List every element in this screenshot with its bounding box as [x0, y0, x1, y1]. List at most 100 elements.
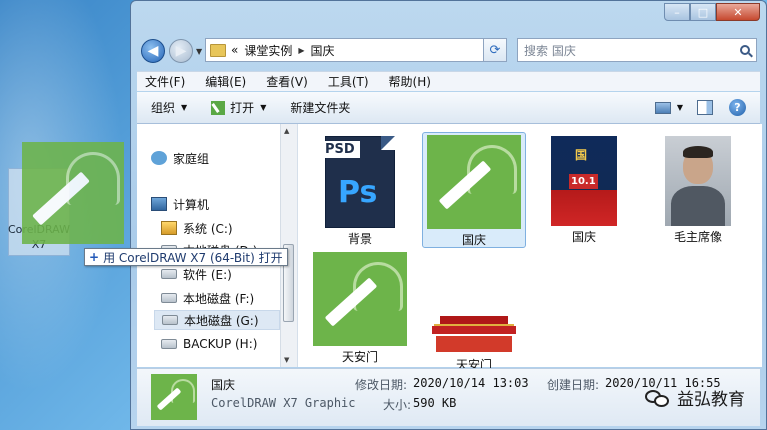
nav-scrollbar[interactable]: ▲ ▼ — [280, 124, 297, 367]
nav-label: 软件 (E:) — [183, 267, 232, 282]
file-name: 国庆 — [461, 233, 486, 247]
dragged-coreldraw-icon — [22, 142, 124, 244]
file-item[interactable]: 毛主席像 — [646, 132, 750, 246]
coreldraw-icon — [211, 100, 226, 115]
portrait-art — [683, 146, 713, 158]
scroll-up-icon[interactable]: ▲ — [284, 127, 289, 135]
coreldraw-icon — [151, 374, 197, 420]
nav-label: 计算机 — [173, 197, 210, 212]
chevron-down-icon: ▼ — [181, 103, 188, 112]
drive-icon — [161, 269, 177, 279]
folder-icon — [210, 43, 226, 57]
nav-drive-f[interactable]: 本地磁盘 (F:) — [161, 288, 254, 308]
breadcrumb-arrow-icon[interactable]: ▶ — [298, 46, 304, 55]
nav-drive-g[interactable]: 本地磁盘 (G:) — [154, 310, 280, 330]
menu-edit[interactable]: 编辑(E) — [205, 73, 246, 90]
close-button[interactable]: ✕ — [716, 3, 760, 21]
window-controls: – □ ✕ — [664, 3, 760, 21]
address-bar[interactable]: « 课堂实例 ▶ 国庆 ▼ — [205, 38, 505, 62]
portrait-art — [671, 186, 725, 226]
search-placeholder: 搜索 国庆 — [524, 43, 576, 58]
address-row: ◀ ▶ ▼ « 课堂实例 ▶ 国庆 ▼ ⟳ 搜索 国庆 — [139, 37, 758, 65]
tiananmen-art — [436, 336, 512, 352]
psd-icon: PSD Ps — [320, 136, 395, 228]
search-icon[interactable] — [740, 45, 750, 55]
drive-icon — [161, 339, 177, 349]
file-item[interactable]: 天安门 — [308, 252, 412, 364]
forward-button[interactable]: ▶ — [169, 39, 193, 63]
navigation-pane: 家庭组 计算机 系统 (C:) 本地磁盘 (D:) 软件 (E:) 本地磁盘 (… — [137, 124, 298, 367]
plus-icon: + — [89, 250, 100, 264]
drag-tooltip: + 用 CorelDRAW X7 (64-Bit) 打开 — [84, 248, 288, 266]
system-drive-icon — [161, 221, 177, 235]
file-item[interactable]: PSD Ps 背景 — [308, 132, 412, 246]
nav-drive-c[interactable]: 系统 (C:) — [161, 218, 233, 238]
nav-drive-h[interactable]: BACKUP (H:) — [161, 334, 257, 354]
coreldraw-icon — [427, 135, 521, 229]
view-controls: ▼ ? — [654, 99, 760, 116]
command-bar: 组织 ▼ 打开 ▼ 新建文件夹 ▼ ? — [137, 92, 760, 124]
menu-file[interactable]: 文件(F) — [145, 73, 185, 90]
tiananmen-image — [428, 314, 520, 354]
nav-label: BACKUP (H:) — [183, 337, 258, 351]
ps-glyph: Ps — [338, 175, 378, 210]
detail-file-name: 国庆 — [211, 378, 236, 392]
nav-computer[interactable]: 计算机 — [151, 194, 209, 214]
file-item[interactable]: 国 10.1 国庆 — [532, 132, 636, 246]
poster-art: 10.1 — [569, 174, 598, 189]
bubble-shape — [654, 394, 669, 407]
breadcrumb-segment[interactable]: 国庆 — [311, 42, 335, 59]
minimize-button[interactable]: – — [664, 3, 690, 21]
file-item[interactable]: 天安门 — [422, 252, 526, 372]
breadcrumb-segment[interactable]: 课堂实例 — [244, 42, 292, 59]
breadcrumb-overflow[interactable]: « — [231, 43, 238, 57]
menu-help[interactable]: 帮助(H) — [389, 73, 431, 90]
portrait-image — [665, 136, 731, 226]
preview-pane-icon[interactable] — [697, 100, 713, 115]
page-fold — [381, 136, 395, 150]
scroll-down-icon[interactable]: ▼ — [284, 356, 289, 364]
drive-icon — [162, 315, 178, 325]
file-list: PSD Ps 背景 国庆 国 10.1 国庆 毛主席像 天安门 天安门 — [298, 124, 762, 372]
detail-file-type: CorelDRAW X7 Graphic — [211, 396, 356, 410]
detail-modified-value: 2020/10/14 13:03 — [413, 376, 529, 390]
menu-bar: 文件(F) 编辑(E) 查看(V) 工具(T) 帮助(H) — [137, 71, 760, 91]
file-name: 背景 — [347, 232, 372, 246]
drag-tooltip-text: 用 CorelDRAW X7 (64-Bit) 打开 — [103, 250, 283, 265]
tiananmen-art — [432, 326, 516, 334]
coreldraw-icon — [313, 252, 407, 346]
poster-image: 国 10.1 — [551, 136, 617, 226]
menu-view[interactable]: 查看(V) — [266, 73, 308, 90]
chevron-down-icon: ▼ — [260, 103, 267, 112]
nav-label: 系统 (C:) — [183, 221, 233, 236]
drive-icon — [161, 293, 177, 303]
open-button[interactable]: 打开 ▼ — [211, 99, 266, 116]
back-button[interactable]: ◀ — [141, 39, 165, 63]
maximize-button[interactable]: □ — [690, 3, 716, 21]
detail-created-label: 创建日期: — [547, 378, 600, 392]
nav-label: 家庭组 — [173, 151, 210, 166]
detail-modified-label: 修改日期: — [355, 378, 408, 392]
search-input[interactable]: 搜索 国庆 — [517, 38, 757, 62]
tiananmen-art — [440, 316, 508, 324]
psd-badge: PSD — [320, 141, 360, 158]
refresh-button[interactable]: ⟳ — [483, 38, 507, 62]
nav-homegroup[interactable]: 家庭组 — [151, 148, 209, 168]
new-folder-label: 新建文件夹 — [290, 101, 351, 115]
homegroup-icon — [151, 151, 167, 165]
organize-label: 组织 — [151, 101, 176, 115]
new-folder-button[interactable]: 新建文件夹 — [290, 99, 350, 116]
recent-pages-dropdown[interactable]: ▼ — [196, 47, 202, 56]
change-view-icon[interactable] — [654, 101, 671, 114]
open-label: 打开 — [230, 101, 255, 115]
organize-button[interactable]: 组织 ▼ — [151, 99, 187, 116]
chevron-down-icon[interactable]: ▼ — [677, 103, 683, 112]
nav-label: 本地磁盘 (G:) — [184, 313, 259, 328]
file-name: 毛主席像 — [673, 230, 722, 244]
wechat-icon — [645, 387, 671, 409]
help-icon[interactable]: ? — [729, 99, 746, 116]
nav-drive-e[interactable]: 软件 (E:) — [161, 264, 232, 284]
watermark: 益弘教育 — [645, 385, 745, 410]
menu-tools[interactable]: 工具(T) — [328, 73, 369, 90]
file-item-selected[interactable]: 国庆 — [422, 132, 526, 248]
